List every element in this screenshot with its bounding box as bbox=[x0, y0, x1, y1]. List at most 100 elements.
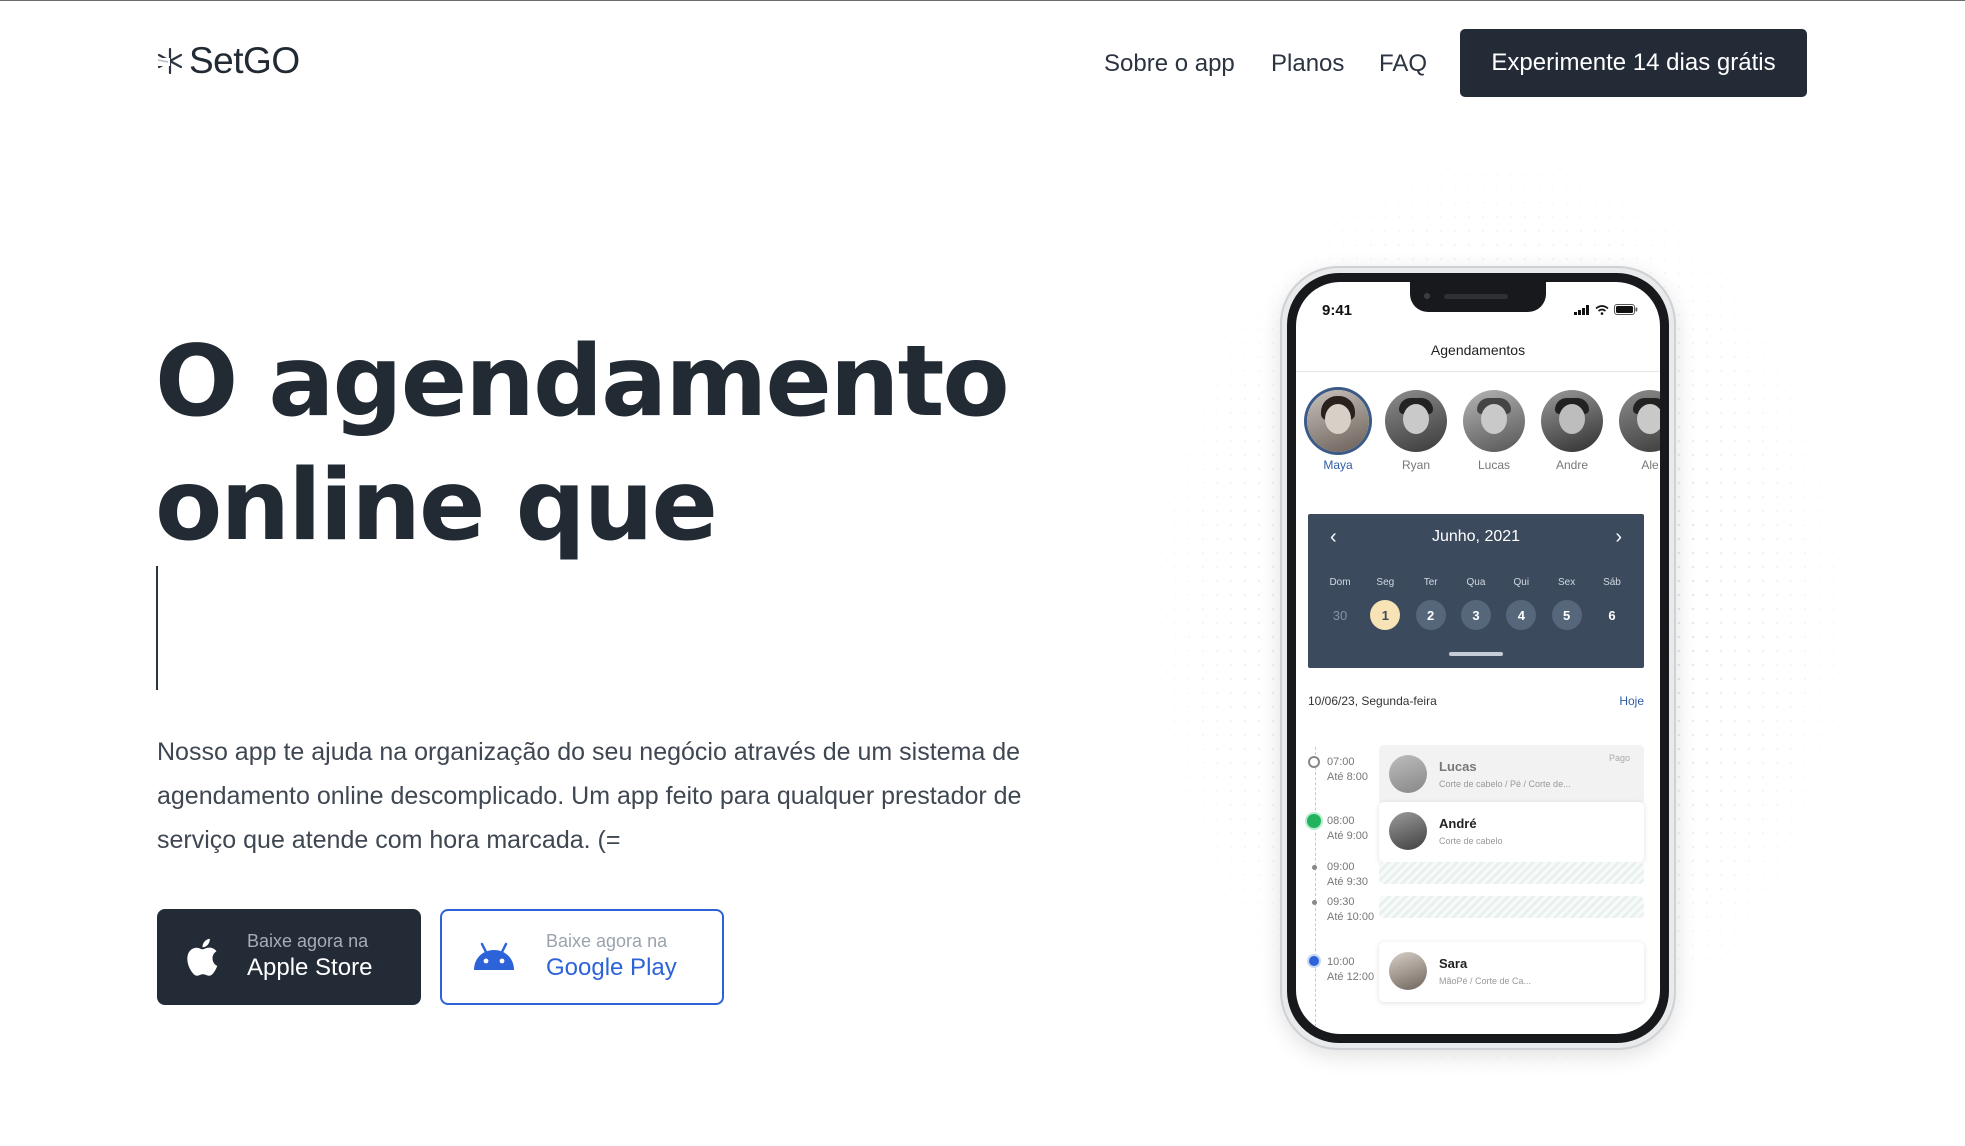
brand-name: SetGO bbox=[189, 40, 300, 81]
avatar bbox=[1389, 812, 1427, 850]
service-name: MãoPé / Corte de Ca... bbox=[1439, 976, 1532, 986]
date-cell[interactable]: 30 bbox=[1320, 600, 1360, 630]
app-screen-title: Agendamentos bbox=[1430, 342, 1526, 358]
avatar bbox=[1385, 390, 1447, 452]
slot-end: Até 9:30 bbox=[1327, 876, 1368, 888]
avatar bbox=[1619, 390, 1660, 452]
client-name: Sara bbox=[1439, 956, 1468, 971]
slot-time: 09:00 Até 9:30 bbox=[1327, 860, 1368, 890]
logo[interactable]: SetGO bbox=[155, 40, 300, 82]
service-name: Corte de cabelo / Pé / Corte de... bbox=[1439, 779, 1571, 789]
battery-icon bbox=[1614, 304, 1638, 315]
typing-caret bbox=[156, 566, 158, 690]
professional-name: Ale bbox=[1641, 458, 1659, 472]
weekday: Qua bbox=[1466, 577, 1486, 588]
weekday: Qui bbox=[1513, 577, 1530, 588]
slot-end: Até 8:00 bbox=[1327, 771, 1368, 783]
nav-faq[interactable]: FAQ bbox=[1379, 50, 1427, 78]
wifi-icon bbox=[1595, 304, 1609, 315]
date-cell[interactable]: 3 bbox=[1456, 600, 1496, 630]
professional-andre[interactable]: Andre bbox=[1540, 390, 1604, 472]
timeline-dot bbox=[1308, 756, 1320, 768]
date-number: 5 bbox=[1551, 600, 1582, 630]
slot-end: Até 10:00 bbox=[1327, 911, 1375, 923]
slot-end: Até 9:00 bbox=[1327, 830, 1368, 842]
nav-planos[interactable]: Planos bbox=[1271, 50, 1344, 78]
apple-store-button[interactable]: Baixe agora na Apple Store bbox=[157, 909, 421, 1005]
speaker-grille bbox=[1444, 294, 1508, 299]
selected-day-label: 10/06/23, Segunda-feira bbox=[1308, 694, 1437, 708]
date-cell[interactable]: 2 bbox=[1411, 600, 1451, 630]
logo-asterisk-icon bbox=[156, 47, 183, 75]
trial-cta-button[interactable]: Experimente 14 dias grátis bbox=[1460, 29, 1807, 97]
headline-line-2: online que bbox=[155, 449, 718, 563]
avatar bbox=[1389, 952, 1427, 990]
android-icon bbox=[442, 942, 546, 972]
slot-start: 09:30 bbox=[1327, 896, 1355, 908]
phone-bezel: 9:41 Agendamentos Maya Ryan Lucas Andre … bbox=[1287, 273, 1669, 1043]
today-link[interactable]: Hoje bbox=[1619, 694, 1644, 708]
camera-icon bbox=[1424, 293, 1430, 299]
appointment-card[interactable]: Sara MãoPé / Corte de Ca... bbox=[1379, 942, 1644, 1002]
timeline-dot bbox=[1312, 865, 1317, 870]
professional-ryan[interactable]: Ryan bbox=[1384, 390, 1448, 472]
timeline-dot bbox=[1312, 900, 1317, 905]
weekday: Sáb bbox=[1603, 577, 1621, 588]
slot-start: 08:00 bbox=[1327, 815, 1355, 827]
appointment-card[interactable]: Lucas Corte de cabelo / Pé / Corte de...… bbox=[1379, 745, 1644, 805]
client-name: Lucas bbox=[1439, 759, 1477, 774]
date-number: 1 bbox=[1370, 600, 1401, 630]
apple-button-label: Apple Store bbox=[247, 954, 373, 981]
slot-time: 07:00 Até 8:00 bbox=[1327, 755, 1368, 785]
calendar-widget: ‹ Junho, 2021 › Dom Seg Ter Qua Qui Sex … bbox=[1308, 514, 1644, 668]
weekday: Dom bbox=[1329, 577, 1351, 588]
date-cell[interactable]: 6 bbox=[1592, 600, 1632, 630]
service-name: Corte de cabelo bbox=[1439, 836, 1503, 846]
date-cell-selected[interactable]: 1 bbox=[1365, 600, 1405, 630]
avatar bbox=[1307, 390, 1369, 452]
appointment-card[interactable]: André Corte de cabelo bbox=[1379, 802, 1644, 862]
professional-ale[interactable]: Ale bbox=[1618, 390, 1660, 472]
slot-time: 10:00 Até 12:00 bbox=[1327, 955, 1374, 985]
calendar-drag-handle[interactable] bbox=[1449, 652, 1503, 656]
signal-icon bbox=[1574, 304, 1589, 315]
phone-screen: 9:41 Agendamentos Maya Ryan Lucas Andre … bbox=[1296, 282, 1660, 1034]
professional-lucas[interactable]: Lucas bbox=[1462, 390, 1526, 472]
date-row: 30 1 2 3 4 5 6 bbox=[1320, 600, 1632, 630]
hero-description: Nosso app te ajuda na organização do seu… bbox=[157, 738, 1022, 854]
status-time: 9:41 bbox=[1322, 302, 1353, 319]
status-icons bbox=[1574, 304, 1638, 315]
client-name: André bbox=[1439, 816, 1477, 831]
avatar bbox=[1541, 390, 1603, 452]
apple-button-caption: Baixe agora na bbox=[247, 931, 369, 951]
empty-slot[interactable] bbox=[1379, 896, 1644, 918]
google-button-caption: Baixe agora na bbox=[546, 931, 668, 951]
weekday: Seg bbox=[1376, 577, 1395, 588]
professional-maya[interactable]: Maya bbox=[1306, 390, 1370, 472]
date-number: 30 bbox=[1332, 607, 1348, 623]
chevron-right-icon[interactable]: › bbox=[1615, 526, 1622, 549]
weekday: Sex bbox=[1558, 577, 1576, 588]
empty-slot[interactable] bbox=[1379, 862, 1644, 884]
active-timeline-dot bbox=[1307, 814, 1321, 828]
slot-time: 08:00 Até 9:00 bbox=[1327, 814, 1368, 844]
professionals-row: Maya Ryan Lucas Andre Ale bbox=[1296, 390, 1660, 480]
professional-name: Lucas bbox=[1477, 458, 1511, 472]
weekday-header: Dom Seg Ter Qua Qui Sex Sáb bbox=[1320, 577, 1632, 588]
title-divider bbox=[1296, 371, 1660, 372]
calendar-month: Junho, 2021 bbox=[1431, 528, 1521, 545]
avatar bbox=[1463, 390, 1525, 452]
google-button-label: Google Play bbox=[546, 954, 677, 981]
paid-badge: Pago bbox=[1608, 753, 1630, 763]
professional-name: Andre bbox=[1555, 458, 1589, 472]
date-number: 3 bbox=[1460, 600, 1491, 630]
date-cell[interactable]: 4 bbox=[1501, 600, 1541, 630]
date-cell[interactable]: 5 bbox=[1547, 600, 1587, 630]
avatar bbox=[1389, 755, 1427, 793]
google-play-button[interactable]: Baixe agora na Google Play bbox=[440, 909, 724, 1005]
slot-time: 09:30 Até 10:00 bbox=[1327, 895, 1374, 925]
headline-line-1: O agendamento bbox=[155, 325, 1010, 439]
date-number: 2 bbox=[1415, 600, 1446, 630]
hero-headline: O agendamento online que bbox=[155, 320, 1010, 568]
nav-sobre-o-app[interactable]: Sobre o app bbox=[1104, 50, 1235, 78]
